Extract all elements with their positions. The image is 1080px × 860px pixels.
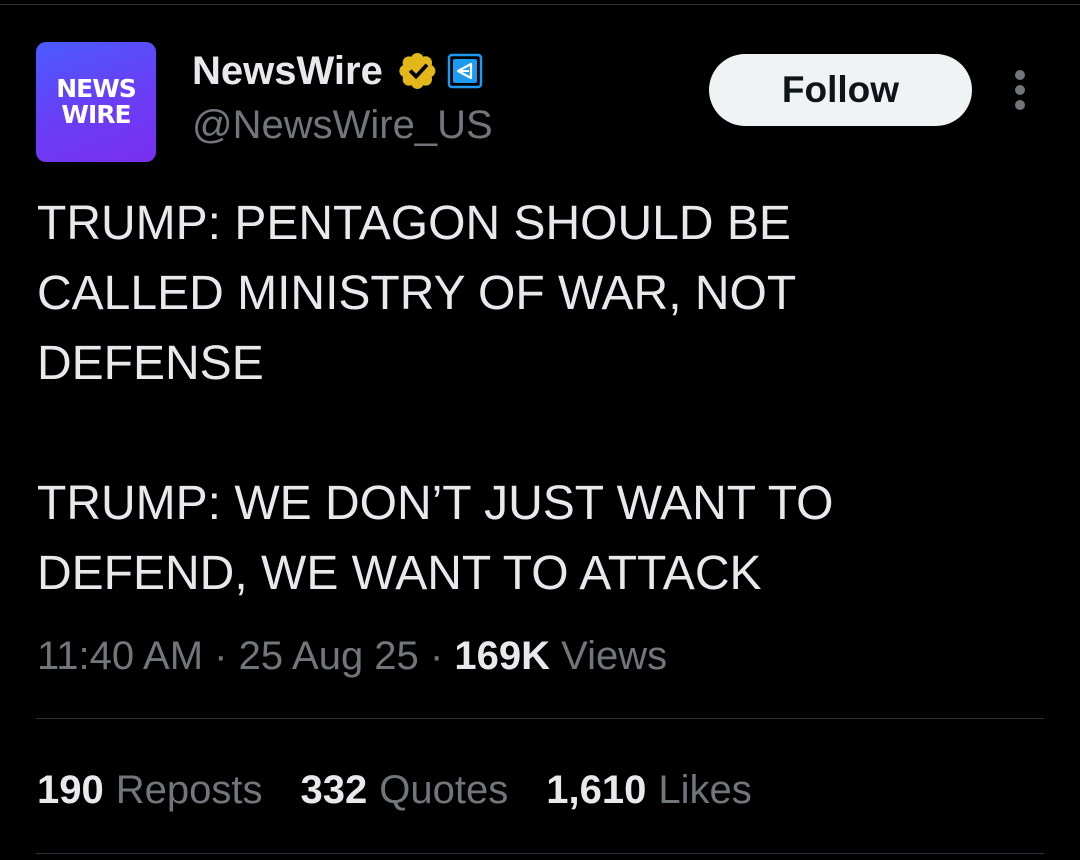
tweet-text: TRUMP: PENTAGON SHOULD BE CALLED MINISTR… bbox=[37, 197, 834, 600]
reposts-stat[interactable]: 190 Reposts bbox=[37, 762, 263, 818]
follow-button[interactable]: Follow bbox=[709, 54, 972, 126]
views-label: Views bbox=[561, 634, 668, 678]
stats-divider-bottom bbox=[36, 853, 1044, 854]
likes-stat[interactable]: 1,610 Likes bbox=[546, 762, 752, 818]
reposts-label: Reposts bbox=[115, 768, 263, 812]
views-count: 169K bbox=[454, 634, 551, 678]
likes-count: 1,610 bbox=[546, 768, 647, 812]
quotes-stat[interactable]: 332 Quotes bbox=[301, 762, 509, 818]
affiliate-badge-icon[interactable] bbox=[447, 53, 483, 89]
author-name-row: NewsWire bbox=[192, 46, 483, 96]
avatar-text-line2: WIRE bbox=[61, 100, 131, 129]
avatar[interactable]: NEWS WIRE bbox=[36, 42, 156, 162]
quotes-count: 332 bbox=[300, 768, 368, 812]
tweet-date[interactable]: 25 Aug 25 bbox=[239, 634, 419, 678]
avatar-logo-text: NEWS WIRE bbox=[36, 76, 156, 128]
tweet-meta: 11:40 AM · 25 Aug 25 · 169K Views bbox=[37, 628, 667, 684]
account-handle[interactable]: @NewsWire_US bbox=[192, 100, 493, 150]
gold-verified-badge-icon[interactable] bbox=[395, 49, 439, 93]
top-divider bbox=[0, 4, 1080, 5]
tweet-time[interactable]: 11:40 AM bbox=[37, 634, 203, 678]
avatar-text-line1: NEWS bbox=[56, 74, 137, 103]
likes-label: Likes bbox=[658, 768, 752, 812]
more-vertical-icon[interactable] bbox=[1004, 68, 1036, 112]
reposts-count: 190 bbox=[37, 768, 104, 812]
engagement-stats: 190 Reposts 332 Quotes 1,610 Likes bbox=[37, 762, 752, 818]
meta-separator: · bbox=[429, 634, 444, 678]
stats-divider-top bbox=[36, 718, 1044, 719]
quotes-label: Quotes bbox=[379, 768, 509, 812]
display-name[interactable]: NewsWire bbox=[192, 46, 383, 96]
meta-separator: · bbox=[214, 634, 228, 678]
